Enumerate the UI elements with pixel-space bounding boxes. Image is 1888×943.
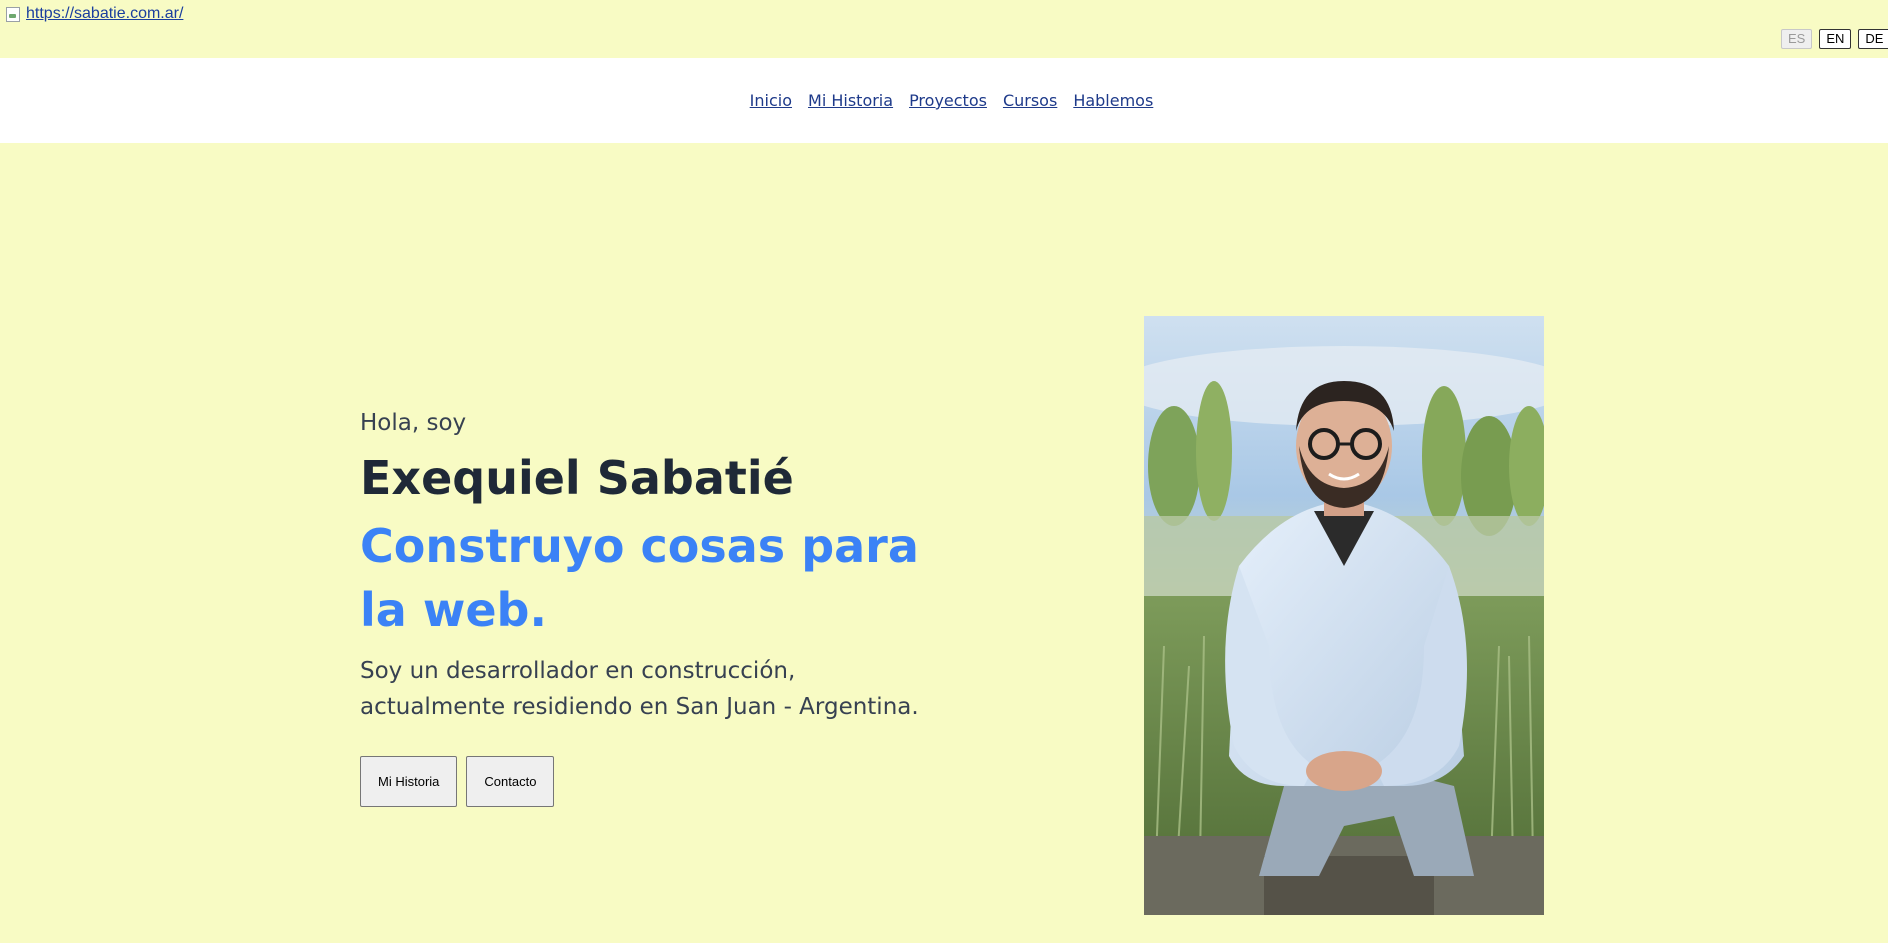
lang-de-button[interactable]: DE	[1858, 29, 1888, 49]
lang-en-button[interactable]: EN	[1819, 29, 1852, 49]
mi-historia-button[interactable]: Mi Historia	[360, 755, 458, 807]
hero-tagline: Construyo cosas para la web.	[360, 518, 919, 637]
nav-item-proyectos[interactable]: Proyectos	[909, 91, 987, 110]
contacto-button[interactable]: Contacto	[466, 755, 555, 807]
nav-item-mi-historia[interactable]: Mi Historia	[808, 91, 893, 110]
nav-item-hablemos[interactable]: Hablemos	[1073, 91, 1153, 110]
lang-es-button[interactable]: ES	[1781, 29, 1813, 49]
hero-description: Soy un desarrollador en construcción, ac…	[360, 658, 919, 720]
nav-item-inicio[interactable]: Inicio	[750, 91, 792, 110]
hero-greeting: Hola, soy	[360, 410, 467, 436]
hero-buttons: Mi Historia Contacto	[360, 755, 920, 807]
profile-photo	[1144, 316, 1544, 915]
logo-link-text[interactable]: https://sabatie.com.ar/	[26, 5, 183, 23]
broken-image-icon	[6, 6, 20, 22]
main-navbar: Inicio Mi Historia Proyectos Cursos Habl…	[0, 58, 1888, 143]
language-switcher: ES EN DE	[1781, 29, 1888, 49]
top-bar: https://sabatie.com.ar/ ES EN DE	[0, 0, 1888, 58]
hero-name: Exequiel Sabatié	[360, 451, 794, 505]
nav-item-cursos[interactable]: Cursos	[1003, 91, 1057, 110]
logo-link[interactable]: https://sabatie.com.ar/	[6, 5, 183, 23]
hero-section: Hola, soy Exequiel Sabatié Construyo cos…	[360, 410, 920, 807]
nav-list: Inicio Mi Historia Proyectos Cursos Habl…	[750, 91, 1154, 110]
